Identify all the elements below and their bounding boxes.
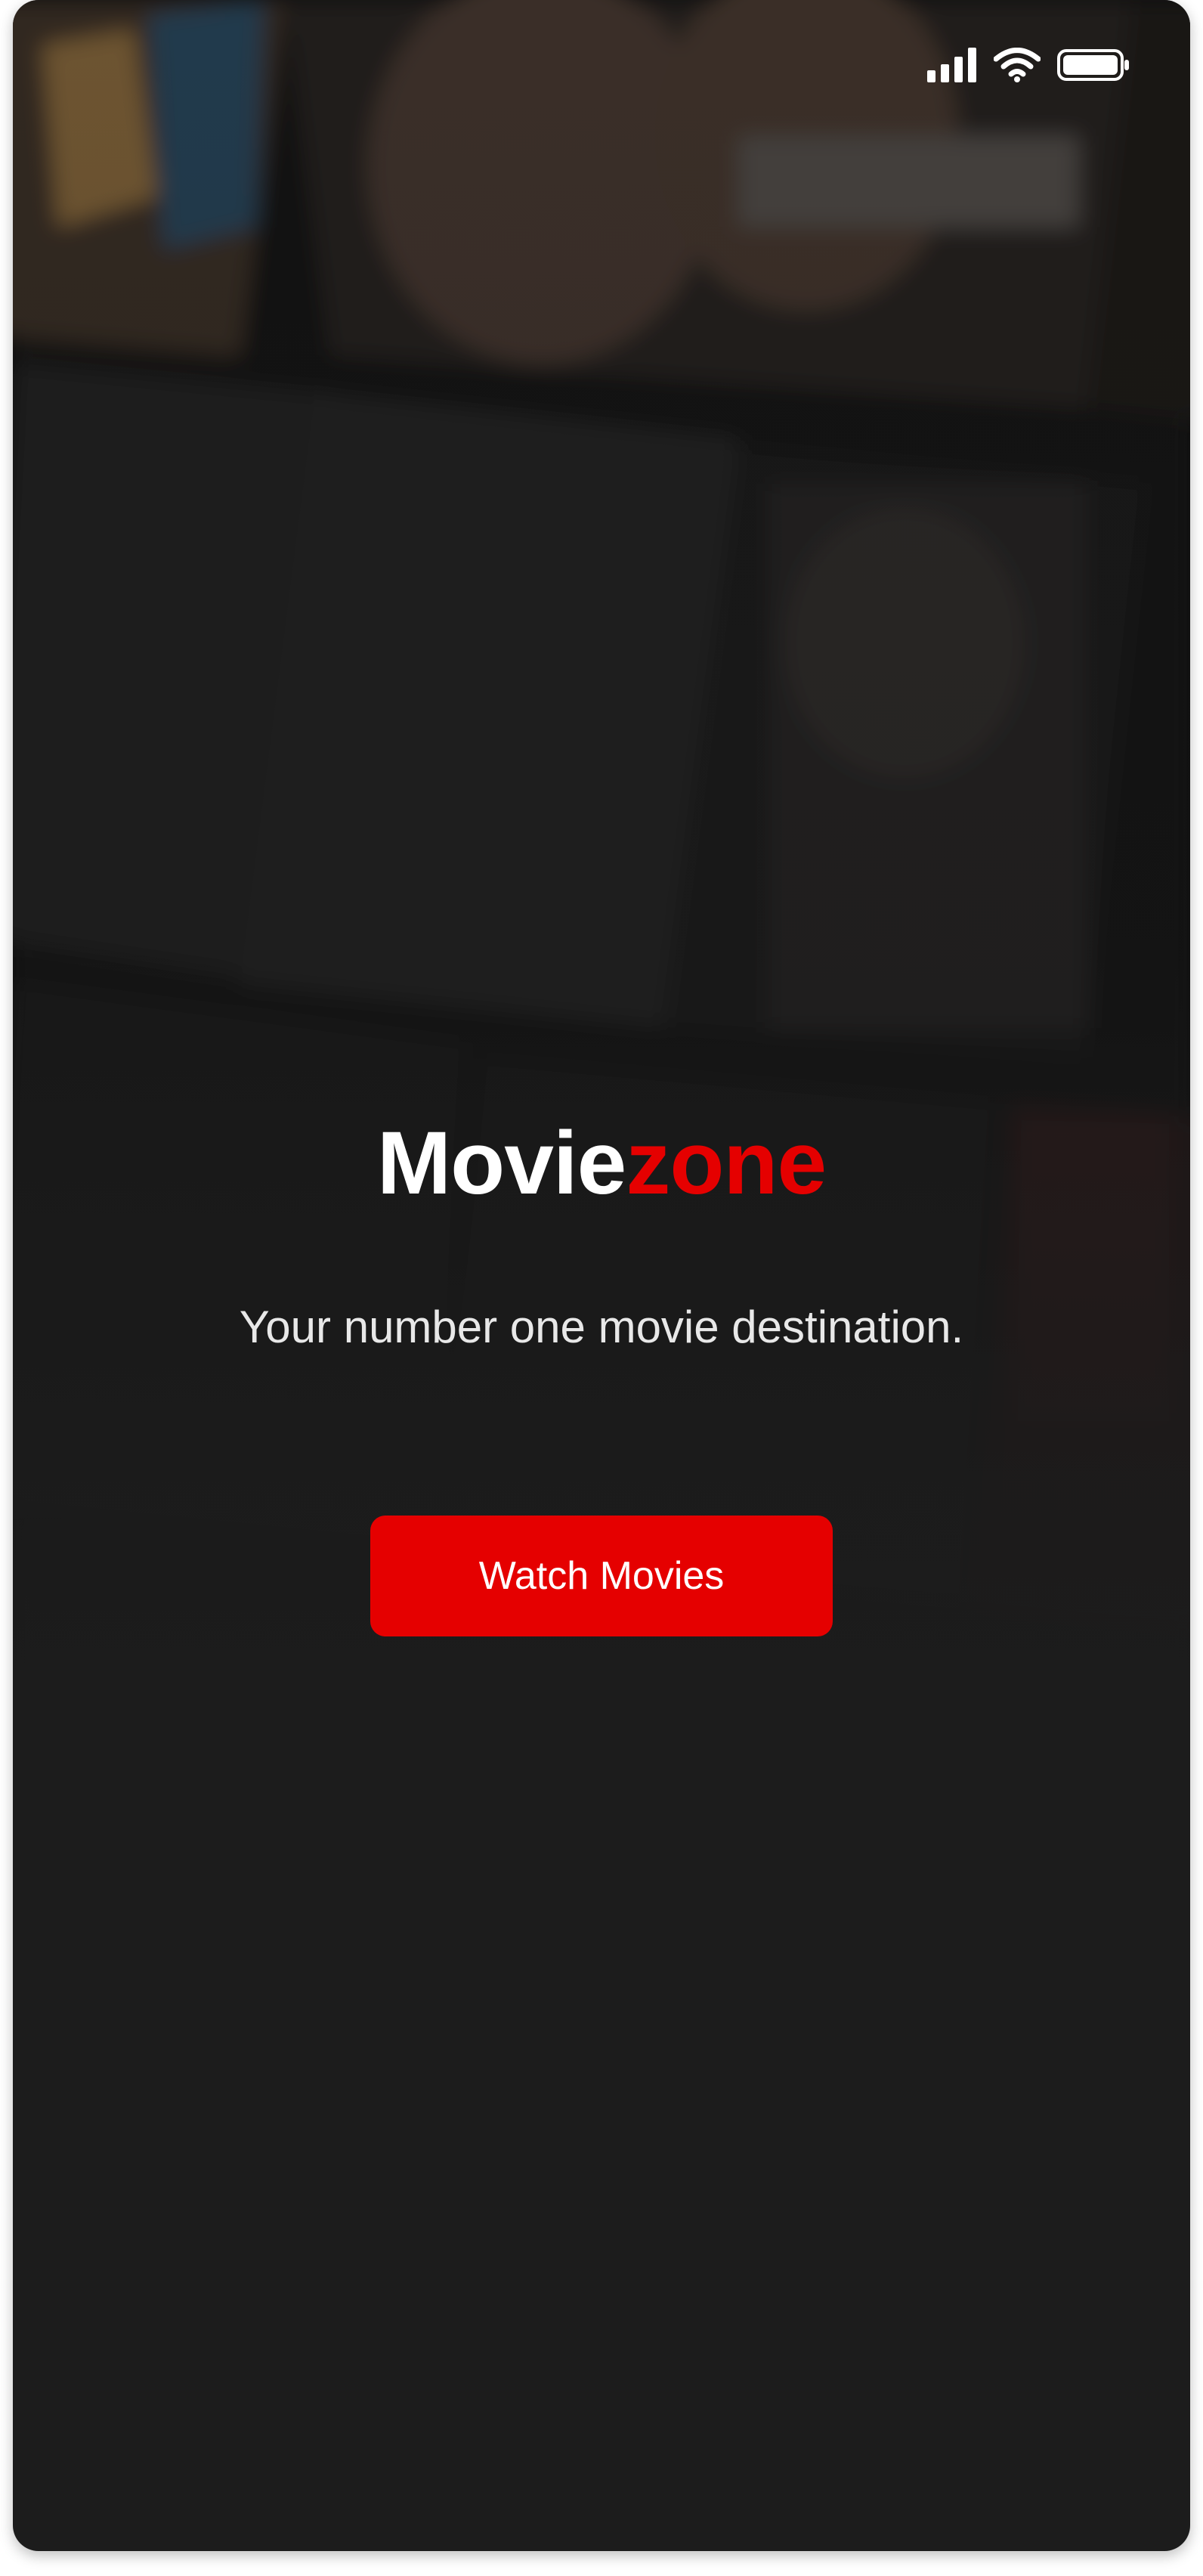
- status-bar: [927, 44, 1130, 89]
- cellular-signal-icon: [927, 47, 977, 86]
- brand-logo-part-zone: zone: [626, 1113, 827, 1213]
- tagline: Your number one movie destination.: [239, 1302, 964, 1352]
- app-screen: Moviezone Your number one movie destinat…: [13, 0, 1190, 2551]
- poster-collage-background: [13, 0, 1190, 1738]
- battery-icon: [1057, 48, 1130, 86]
- watch-movies-button[interactable]: Watch Movies: [370, 1516, 833, 1636]
- brand-logo: Moviezone: [13, 1119, 1190, 1208]
- brand-logo-part-movie: Movie: [376, 1113, 626, 1213]
- wifi-icon: [993, 47, 1041, 86]
